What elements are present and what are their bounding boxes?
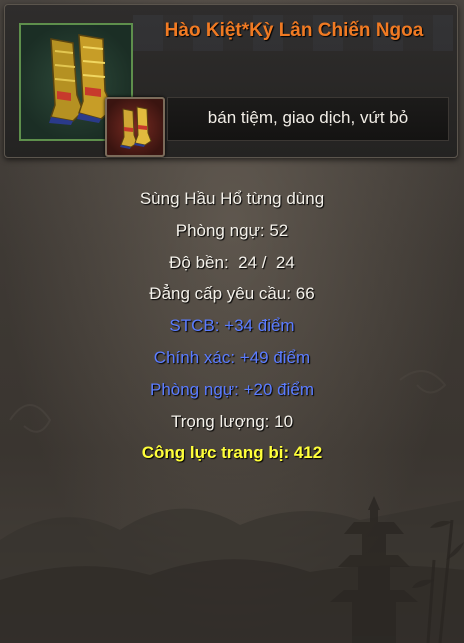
item-header: Hào Kiệt*Kỳ Lân Chiến Ngoa bán tiệm, gia… (4, 4, 458, 158)
stat-defense-bonus: Phòng ngự: +20 điểm (149, 379, 315, 399)
item-name: Hào Kiệt*Kỳ Lân Chiến Ngoa (164, 20, 424, 41)
stat-durability: Độ bền: 24 / 24 (169, 252, 295, 272)
stat-level-requirement: Đẳng cấp yêu cầu: 66 (149, 284, 315, 304)
boots-thumbnail-icon[interactable] (105, 97, 165, 157)
item-stats: Sùng Hầu Hổ từng dùng Phòng ngự: 52 Độ b… (0, 183, 464, 469)
stat-owner: Sùng Hầu Hổ từng dùng (139, 189, 325, 208)
item-actions-bar: bán tiệm, giao dịch, vứt bỏ (167, 97, 449, 141)
stat-weight: Trọng lượng: 10 (170, 411, 294, 431)
stat-equipment-power: Công lực trang bị: 412 (141, 443, 323, 463)
stat-accuracy-bonus: Chính xác: +49 điểm (153, 347, 311, 367)
stat-defense: Phòng ngự: 52 (175, 220, 289, 240)
stat-stcb-bonus: STCB: +34 điểm (169, 316, 295, 336)
item-actions-text: bán tiệm, giao dịch, vứt bỏ (207, 108, 409, 127)
item-tooltip-panel: Hào Kiệt*Kỳ Lân Chiến Ngoa bán tiệm, gia… (0, 0, 464, 643)
